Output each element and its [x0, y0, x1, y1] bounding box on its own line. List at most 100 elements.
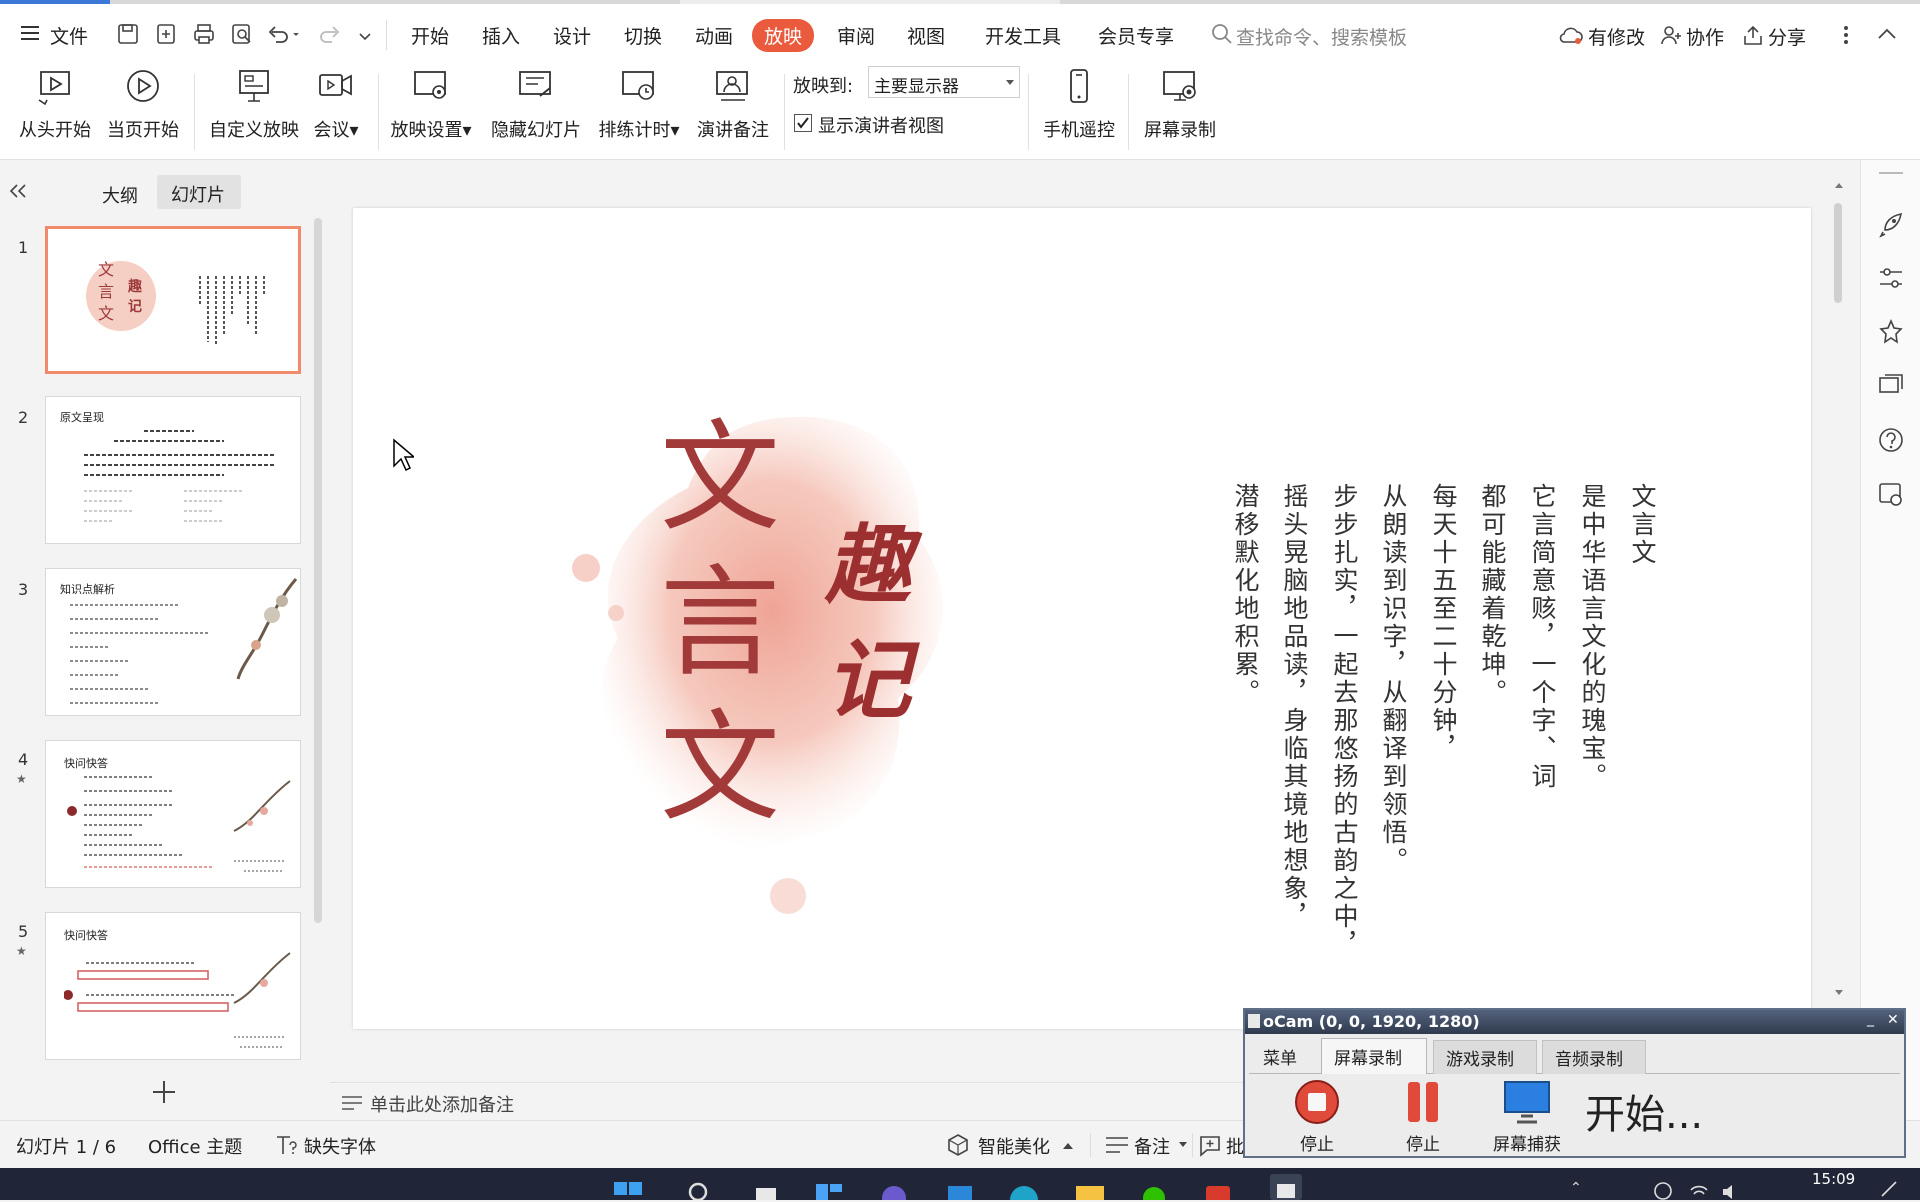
ocam-pause-button[interactable]: 停止	[1391, 1078, 1455, 1155]
collapse-panel-button[interactable]	[8, 182, 28, 204]
ocam-taskbar-icon[interactable]	[1266, 1168, 1306, 1200]
save-button[interactable]	[116, 22, 140, 50]
tab-slides[interactable]: 幻灯片	[157, 175, 241, 209]
chevron-up-icon	[1878, 28, 1896, 39]
tab-view[interactable]: 视图	[907, 22, 945, 49]
from-start-button[interactable]: 从头开始	[16, 66, 94, 148]
slide-thumbnail-5[interactable]: 快问快答	[45, 912, 301, 1060]
tray-chevron-icon[interactable]: ⌃	[1570, 1180, 1582, 1196]
more-options-button[interactable]	[1842, 24, 1850, 50]
ribbon-separator	[1028, 74, 1029, 150]
smart-beautify-button[interactable]: 智能美化	[978, 1133, 1050, 1159]
file-explorer-icon[interactable]	[1072, 1172, 1106, 1200]
rehearse-timing-button[interactable]: 排练计时▾	[594, 66, 684, 148]
hamburger-menu-button[interactable]	[18, 20, 42, 50]
notes-bar[interactable]: 单击此处添加备注	[330, 1082, 1260, 1120]
collaborate-button[interactable]: 协作	[1686, 23, 1724, 50]
command-search-input[interactable]: 查找命令、搜索模板	[1236, 23, 1407, 50]
notification-icon[interactable]	[1878, 1178, 1900, 1200]
print-button[interactable]	[192, 22, 216, 50]
notes-toggle-button[interactable]: 备注	[1134, 1133, 1170, 1159]
task-view-icon[interactable]	[748, 1172, 782, 1200]
theme-name[interactable]: Office 主题	[148, 1133, 242, 1159]
canvas-scrollbar[interactable]	[1834, 176, 1844, 1056]
tab-design[interactable]: 设计	[553, 22, 591, 49]
tab-insert[interactable]: 插入	[482, 22, 520, 49]
custom-show-button[interactable]: 自定义放映	[204, 66, 304, 148]
collapse-ribbon-button[interactable]	[1876, 26, 1898, 46]
slide-thumbnail-2[interactable]: 原文呈现	[45, 396, 301, 544]
minimize-button[interactable]: _	[1867, 1011, 1874, 1027]
tab-developer[interactable]: 开发工具	[985, 22, 1061, 49]
ocam-tab-menu[interactable]: 菜单	[1263, 1044, 1297, 1069]
globe-icon[interactable]	[1652, 1180, 1674, 1202]
notes-icon	[342, 1096, 362, 1110]
slides-switch-icon[interactable]	[1877, 372, 1905, 400]
slide-thumbnail-4[interactable]: 快问快答	[45, 740, 301, 888]
modified-status[interactable]: 有修改	[1588, 23, 1645, 50]
tab-animations[interactable]: 动画	[695, 22, 733, 49]
from-current-button[interactable]: 当页开始	[104, 66, 182, 148]
widgets-icon[interactable]	[812, 1172, 846, 1200]
thumb-heading: 原文呈现	[60, 411, 104, 424]
phone-remote-button[interactable]: 手机遥控	[1038, 66, 1120, 148]
slide-panel: 大纲 幻灯片 1 文言文 趣记 2 原文呈现 3 知识点解析 4 ★ 快问快答 …	[0, 160, 330, 1120]
ocam-stop-button[interactable]: 停止	[1285, 1078, 1349, 1155]
edge-browser-icon[interactable]	[1006, 1172, 1040, 1200]
slide-thumbnail-3[interactable]: 知识点解析	[45, 568, 301, 716]
ocam-titlebar[interactable]: oCam (0, 0, 1920, 1280)	[1245, 1010, 1904, 1034]
export-pdf-button[interactable]	[154, 22, 178, 50]
rocket-icon[interactable]	[1877, 210, 1905, 238]
screen-record-button[interactable]: 屏幕录制	[1138, 66, 1222, 148]
play-from-start-icon	[38, 71, 70, 106]
file-menu[interactable]: 文件	[50, 22, 88, 49]
sliders-icon[interactable]	[1877, 264, 1905, 292]
wifi-icon[interactable]	[1688, 1180, 1710, 1202]
quick-access-dropdown[interactable]	[358, 28, 372, 47]
taskbar-clock[interactable]: 15:09	[1812, 1170, 1855, 1188]
panel-scrollbar[interactable]	[314, 218, 322, 923]
title-char-1: 文	[660, 409, 780, 548]
add-slide-button[interactable]	[150, 1078, 178, 1110]
chat-app-icon[interactable]	[876, 1172, 910, 1200]
tab-transitions[interactable]: 切换	[624, 22, 662, 49]
tab-home[interactable]: 开始	[411, 22, 449, 49]
ocam-tab-game-record[interactable]: 游戏录制	[1433, 1040, 1537, 1074]
show-settings-button[interactable]: 放映设置▾	[386, 66, 476, 148]
help-icon[interactable]	[1877, 426, 1905, 454]
redo-button[interactable]	[316, 22, 350, 50]
scroll-thumb[interactable]	[1834, 203, 1842, 303]
comment-icon	[1200, 1136, 1220, 1157]
tab-outline[interactable]: 大纲	[102, 182, 138, 208]
vertical-text-line: 每天十五至二十分钟，	[1429, 483, 1458, 763]
print-preview-button[interactable]	[230, 22, 254, 50]
ocam-screen-capture-button[interactable]: 屏幕捕获	[1485, 1078, 1569, 1155]
speaker-notes-button[interactable]: 演讲备注	[692, 66, 774, 148]
comment-button[interactable]: 批	[1226, 1133, 1244, 1159]
custom-show-label: 自定义放映	[209, 120, 299, 141]
store-icon[interactable]	[942, 1172, 976, 1200]
undo-button[interactable]	[266, 22, 300, 50]
ocam-tab-audio-record[interactable]: 音频录制	[1542, 1040, 1646, 1074]
meeting-button[interactable]: 会议▾	[308, 66, 364, 148]
volume-icon[interactable]	[1720, 1180, 1742, 1202]
wps-icon[interactable]	[1200, 1172, 1234, 1200]
tab-slideshow[interactable]: 放映	[752, 19, 815, 52]
close-button[interactable]: ✕	[1887, 1012, 1899, 1028]
missing-font-button[interactable]: 缺失字体	[304, 1133, 376, 1159]
monitor-icon	[1504, 1081, 1550, 1124]
windows-start-icon[interactable]	[610, 1170, 650, 1200]
ocam-tab-screen-record[interactable]: 屏幕录制	[1321, 1038, 1427, 1074]
tab-member[interactable]: 会员专享	[1098, 22, 1174, 49]
share-button[interactable]: 分享	[1768, 23, 1806, 50]
wechat-icon[interactable]	[1136, 1172, 1170, 1200]
current-slide[interactable]: 文 言 文 趣 记 文言文 是中华语言文化的瑰宝。 它言简意赅，一个字、词 都可…	[353, 208, 1811, 1029]
slide-thumbnail-1[interactable]: 文言文 趣记	[45, 226, 301, 374]
search-icon[interactable]	[680, 1172, 714, 1200]
star-icon[interactable]	[1877, 318, 1905, 346]
display-select[interactable]: 主要显示器	[868, 66, 1020, 98]
image-settings-icon[interactable]	[1877, 480, 1905, 508]
tab-review[interactable]: 审阅	[837, 22, 875, 49]
hide-slide-button[interactable]: 隐藏幻灯片	[488, 66, 584, 148]
presenter-view-checkbox[interactable]	[794, 114, 812, 132]
